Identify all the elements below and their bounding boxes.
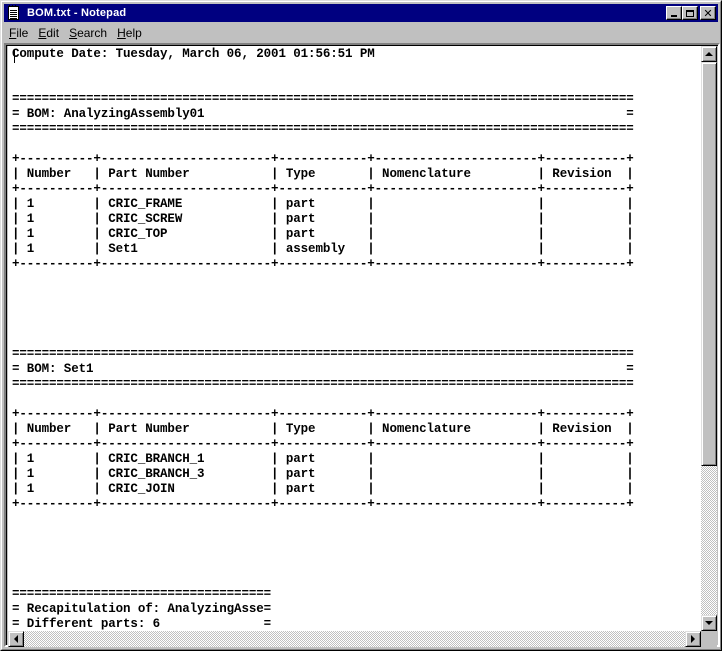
scroll-right-button[interactable] [685,631,701,647]
arrow-up-icon [705,52,713,56]
notepad-icon[interactable] [6,5,22,21]
scroll-left-button[interactable] [8,631,24,647]
text-editor[interactable]: Compute Date: Tuesday, March 06, 2001 01… [8,46,701,631]
notepad-window: BOM.txt - Notepad ✕ File Edit Search Hel… [0,0,722,651]
size-box [701,631,717,647]
menu-edit[interactable]: Edit [33,26,64,40]
menu-bar: File Edit Search Help [4,23,718,42]
minimize-icon [671,15,677,17]
title-bar[interactable]: BOM.txt - Notepad ✕ [4,4,718,22]
arrow-down-icon [705,621,713,625]
document-text: Compute Date: Tuesday, March 06, 2001 01… [12,47,634,631]
close-icon: ✕ [703,6,713,20]
maximize-button[interactable] [682,6,698,20]
editor-frame: Compute Date: Tuesday, March 06, 2001 01… [4,43,720,647]
vertical-scrollbar[interactable] [701,46,717,631]
scroll-up-button[interactable] [701,46,717,62]
arrow-right-icon [691,635,695,643]
window-controls: ✕ [666,6,716,20]
minimize-button[interactable] [666,6,682,20]
scroll-down-button[interactable] [701,615,717,631]
menu-search[interactable]: Search [64,26,112,40]
arrow-left-icon [14,635,18,643]
window-title: BOM.txt - Notepad [27,7,127,19]
menu-file[interactable]: File [4,26,33,40]
close-button[interactable]: ✕ [700,6,716,20]
text-caret [14,49,15,63]
menu-help[interactable]: Help [112,26,147,40]
maximize-icon [686,9,694,17]
horizontal-scrollbar[interactable] [8,631,701,647]
vertical-scroll-thumb[interactable] [701,62,717,466]
